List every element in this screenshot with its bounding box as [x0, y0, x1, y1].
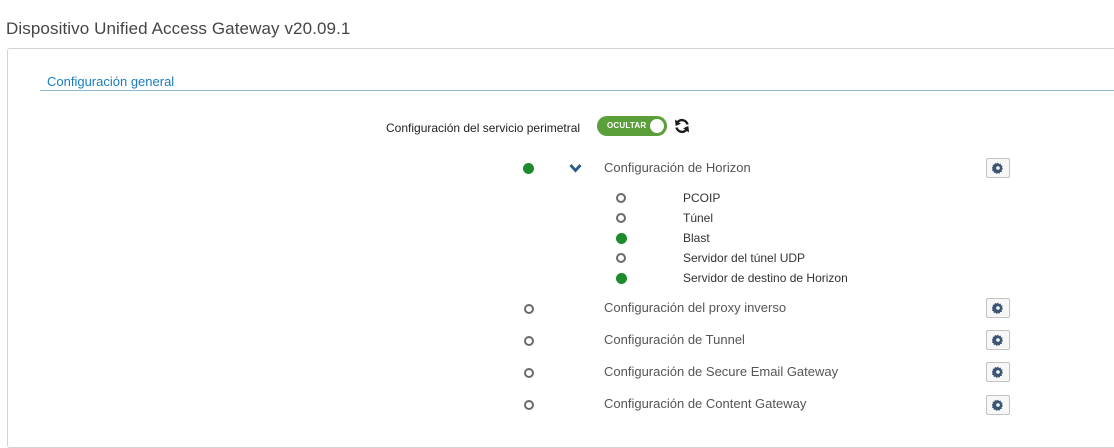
sub-item-pcoip: PCOIP	[683, 191, 721, 205]
sub-item-blast: Blast	[683, 231, 710, 245]
reverse-proxy-status-dot	[524, 304, 534, 314]
content-gateway-status-dot	[524, 400, 534, 410]
sub-item-horizon-destination: Servidor de destino de Horizon	[683, 271, 848, 285]
udp-tunnel-status-dot	[616, 253, 626, 263]
service-label-tunnel: Configuración de Tunnel	[604, 332, 745, 347]
page-title: Dispositivo Unified Access Gateway v20.0…	[6, 19, 351, 38]
section-title[interactable]: Configuración general	[47, 74, 174, 89]
settings-panel	[7, 48, 1114, 448]
content-gateway-settings-button[interactable]	[986, 395, 1010, 415]
gear-icon	[992, 334, 1003, 346]
pcoip-status-dot	[616, 193, 626, 203]
tunel-status-dot	[616, 213, 626, 223]
gear-icon	[992, 162, 1003, 174]
gear-icon	[992, 366, 1003, 378]
refresh-icon[interactable]	[674, 118, 690, 134]
seg-status-dot	[524, 368, 534, 378]
horizon-dest-status-dot	[616, 273, 627, 284]
seg-settings-button[interactable]	[986, 362, 1010, 382]
toggle-label: OCULTAR	[607, 121, 647, 130]
tunnel-settings-button[interactable]	[986, 330, 1010, 350]
chevron-down-icon[interactable]	[569, 163, 582, 173]
section-divider	[40, 90, 1114, 91]
edge-service-label: Configuración del servicio perimetral	[386, 121, 581, 135]
reverse-proxy-settings-button[interactable]	[986, 298, 1010, 318]
sub-item-udp-tunnel: Servidor del túnel UDP	[683, 251, 806, 265]
gear-icon	[992, 302, 1003, 314]
horizon-settings-button[interactable]	[986, 158, 1010, 178]
horizon-status-dot	[523, 163, 534, 174]
blast-status-dot	[616, 233, 627, 244]
tunnel-status-dot	[524, 336, 534, 346]
service-label-content-gateway: Configuración de Content Gateway	[604, 396, 807, 411]
gear-icon	[992, 399, 1003, 411]
sub-item-tunel: Túnel	[683, 211, 714, 225]
service-label-seg: Configuración de Secure Email Gateway	[604, 364, 839, 379]
service-label-reverse-proxy: Configuración del proxy inverso	[604, 300, 787, 315]
edge-service-toggle[interactable]: OCULTAR	[597, 116, 667, 136]
toggle-knob	[650, 119, 664, 133]
service-label-horizon: Configuración de Horizon	[604, 160, 751, 175]
